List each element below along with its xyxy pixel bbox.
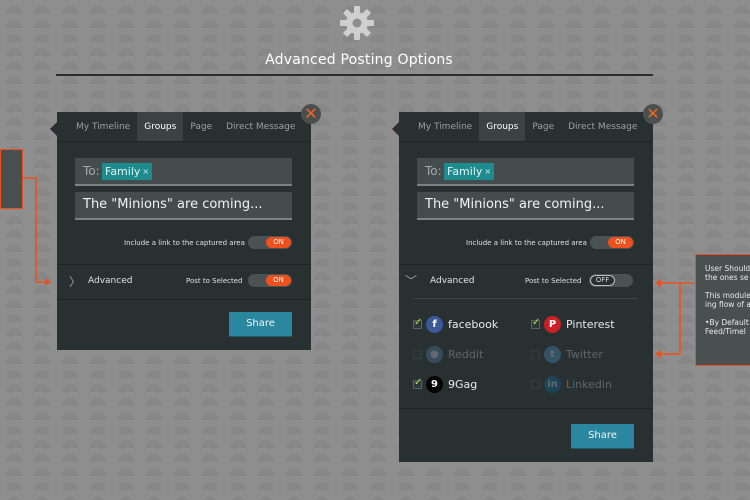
recipient-chip-label: Family (105, 165, 141, 178)
9gag-icon: 9 (426, 375, 443, 393)
recipient-field[interactable]: To: Family × (75, 158, 292, 186)
posting-panel-collapsed: ✕ My Timeline Groups Page Direct Message… (50, 104, 321, 350)
arrow-connector-left (23, 177, 50, 283)
chevron-right-icon[interactable]: 〉 (69, 273, 81, 290)
network-option-linkedin[interactable]: in Linkedin (531, 374, 612, 394)
gear-icon (340, 6, 374, 40)
include-link-label: Include a link to the captured area (124, 239, 245, 247)
to-label: To: (425, 164, 442, 178)
annotation-callout-right: User Should the ones se This module ing fl… (695, 254, 750, 366)
reddit-icon: ● (426, 345, 443, 363)
close-icon[interactable]: ✕ (301, 104, 321, 124)
network-label: Reddit (448, 347, 484, 361)
twitter-icon: t (544, 345, 561, 363)
tab-bar: My Timeline Groups Page Direct Message (399, 112, 653, 142)
title-divider (56, 74, 653, 76)
recipient-chip-label: Family (447, 165, 483, 178)
network-checkbox[interactable] (531, 317, 540, 329)
post-to-selected-label: Post to Selected (525, 277, 582, 285)
divider (57, 264, 311, 265)
linkedin-icon: in (544, 375, 561, 393)
tab-bar: My Timeline Groups Page Direct Message (57, 112, 311, 142)
advanced-label[interactable]: Advanced (88, 276, 132, 286)
chip-remove-icon[interactable]: × (142, 167, 149, 176)
network-checkbox[interactable] (413, 377, 422, 389)
divider (399, 264, 653, 265)
network-option-facebook[interactable]: f facebook (413, 314, 498, 334)
chip-remove-icon[interactable]: × (484, 167, 491, 176)
callout-text: This module ing flow of a (705, 291, 750, 309)
tab-page[interactable]: Page (525, 112, 561, 141)
tab-groups[interactable]: Groups (479, 112, 526, 141)
network-checkbox[interactable] (413, 349, 422, 359)
advanced-label[interactable]: Advanced (430, 276, 474, 286)
tab-page[interactable]: Page (183, 112, 219, 141)
post-to-selected-toggle[interactable]: ON (248, 274, 292, 287)
annotation-callout-left (0, 149, 23, 209)
tab-my-timeline[interactable]: My Timeline (57, 112, 137, 141)
message-field[interactable]: The "Minions" are coming... (75, 192, 292, 220)
post-to-selected-toggle-state: ON (266, 275, 291, 286)
share-button[interactable]: Share (229, 312, 292, 336)
network-checkbox[interactable] (413, 317, 422, 329)
recipient-chip[interactable]: Family × (102, 163, 153, 180)
posting-panel-expanded: ✕ My Timeline Groups Page Direct Message… (392, 104, 663, 462)
include-link-toggle[interactable]: ON (248, 236, 292, 249)
network-label: Pinterest (566, 317, 615, 331)
close-icon[interactable]: ✕ (643, 104, 663, 124)
network-label: facebook (448, 317, 499, 331)
include-link-toggle-state: ON (608, 237, 633, 248)
network-label: 9Gag (448, 377, 478, 391)
network-option-twitter[interactable]: t Twitter (531, 344, 603, 364)
include-link-label: Include a link to the captured area (466, 239, 587, 247)
recipient-chip[interactable]: Family × (444, 163, 495, 180)
network-label: Twitter (566, 347, 603, 361)
network-checkbox[interactable] (531, 349, 540, 359)
arrow-connector-right (660, 282, 694, 355)
post-to-selected-toggle[interactable]: OFF (589, 274, 633, 287)
share-button[interactable]: Share (571, 424, 634, 448)
include-link-toggle[interactable]: ON (590, 236, 634, 249)
divider (57, 299, 311, 300)
include-link-toggle-state: ON (266, 237, 291, 248)
network-option-reddit[interactable]: ● Reddit (413, 344, 483, 364)
message-field[interactable]: The "Minions" are coming... (417, 192, 634, 220)
tab-groups[interactable]: Groups (137, 112, 184, 141)
message-text: The "Minions" are coming... (425, 197, 605, 212)
network-option-9gag[interactable]: 9 9Gag (413, 374, 477, 394)
network-label: Linkedin (566, 377, 612, 391)
network-checkbox[interactable] (531, 379, 540, 389)
callout-text: User Should the ones se (705, 264, 750, 282)
page-title: Advanced Posting Options (265, 52, 453, 68)
post-to-selected-toggle-state: OFF (590, 275, 615, 286)
facebook-icon: f (426, 315, 443, 333)
post-to-selected-label: Post to Selected (186, 277, 243, 285)
tab-my-timeline[interactable]: My Timeline (399, 112, 479, 141)
tab-direct-message[interactable]: Direct Message (561, 112, 644, 141)
network-option-pinterest[interactable]: P Pinterest (531, 314, 615, 334)
pinterest-icon: P (544, 315, 561, 333)
divider (413, 298, 637, 299)
divider (399, 408, 653, 409)
recipient-field[interactable]: To: Family × (417, 158, 634, 186)
callout-text: •By Default Feed/Timel (705, 318, 749, 336)
tab-direct-message[interactable]: Direct Message (219, 112, 302, 141)
to-label: To: (83, 164, 100, 178)
message-text: The "Minions" are coming... (83, 197, 263, 212)
chevron-down-icon[interactable]: ﹀ (405, 272, 417, 289)
